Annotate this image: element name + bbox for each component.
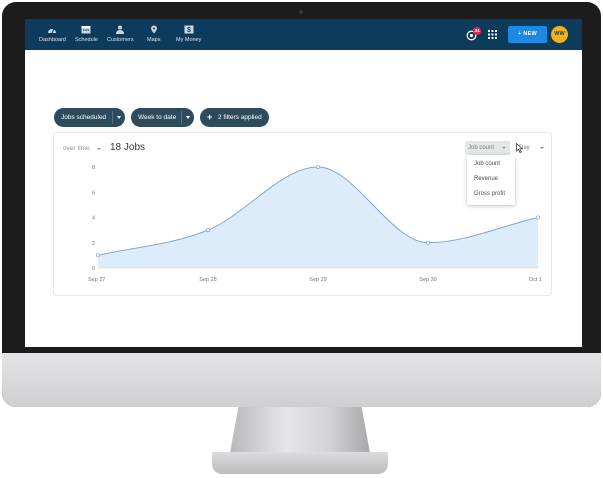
nav-label-schedule: Schedule <box>75 37 98 43</box>
report-type-dropdown[interactable]: Jobs scheduled <box>54 108 125 127</box>
dollar-icon: $ <box>184 25 194 34</box>
menu-item-gross-profit[interactable]: Gross profit <box>474 191 505 197</box>
data-point <box>426 240 430 245</box>
monitor-chin <box>2 353 601 407</box>
user-avatar[interactable]: WW <box>551 26 568 43</box>
menu-item-job-count[interactable]: Job count <box>474 161 500 167</box>
data-point <box>96 253 100 258</box>
nav-item-schedule[interactable]: Schedule <box>75 25 98 43</box>
notification-count-badge: 34 <box>473 27 481 35</box>
chevron-down-icon <box>186 116 190 119</box>
dashboard-gauge-icon <box>48 28 57 34</box>
chart-card: over time 18 Jobs Job count Day 0 2 4 6 8 Sep… <box>53 132 552 296</box>
x-tick-label: Sep 29 <box>309 277 326 283</box>
webcam <box>299 10 303 14</box>
nav-label-customers: Customers <box>107 37 134 43</box>
data-point <box>536 215 540 220</box>
y-tick-label: 8 <box>92 165 95 171</box>
y-tick-label: 6 <box>92 190 95 196</box>
nav-label-my-money: My Money <box>176 37 202 43</box>
mouse-cursor-icon <box>516 143 523 153</box>
svg-text:$: $ <box>187 27 191 34</box>
nav-label-dashboard: Dashboard <box>39 37 66 43</box>
date-range-dropdown[interactable]: Week to date <box>131 108 194 127</box>
x-tick-label: Sep 27 <box>88 277 105 283</box>
add-filter-icon: + <box>207 112 213 122</box>
calendar-icon <box>81 26 91 34</box>
y-tick-label: 0 <box>92 266 95 272</box>
x-tick-label: Sep 28 <box>199 277 216 283</box>
app-screen: Dashboard Schedule Customers Maps $ My M… <box>25 19 582 347</box>
data-point <box>316 165 320 169</box>
pill-divider <box>181 111 182 124</box>
menu-item-revenue[interactable]: Revenue <box>474 176 498 182</box>
filters-applied-label: 2 filters applied <box>218 114 262 121</box>
monitor-stand <box>230 407 370 453</box>
nav-label-maps: Maps <box>147 37 161 43</box>
nav-item-my-money[interactable]: $ My Money <box>176 25 201 43</box>
filters-button[interactable]: + 2 filters applied <box>200 108 269 127</box>
nav-item-customers[interactable]: Customers <box>107 25 134 43</box>
apps-grid-icon[interactable] <box>488 30 497 39</box>
date-range-label: Week to date <box>138 114 177 121</box>
new-button[interactable]: + NEW <box>508 26 547 43</box>
data-point <box>206 228 210 233</box>
customers-icon <box>116 25 125 34</box>
x-tick-label: Sep 30 <box>419 277 436 283</box>
metric-dropdown-menu: Job count Revenue Gross profit <box>467 155 515 205</box>
y-tick-label: 4 <box>92 216 95 222</box>
nav-item-dashboard[interactable]: Dashboard <box>39 25 66 43</box>
nav-item-maps[interactable]: Maps <box>147 25 160 43</box>
x-tick-label: Oct 1 <box>529 277 542 283</box>
map-pin-icon <box>150 25 157 34</box>
monitor-stand-base <box>212 452 388 474</box>
y-tick-label: 2 <box>92 241 95 247</box>
top-navigation-bar: Dashboard Schedule Customers Maps $ My M… <box>25 19 582 50</box>
pill-divider <box>112 111 113 124</box>
report-type-label: Jobs scheduled <box>61 114 107 121</box>
chevron-down-icon <box>117 116 121 119</box>
